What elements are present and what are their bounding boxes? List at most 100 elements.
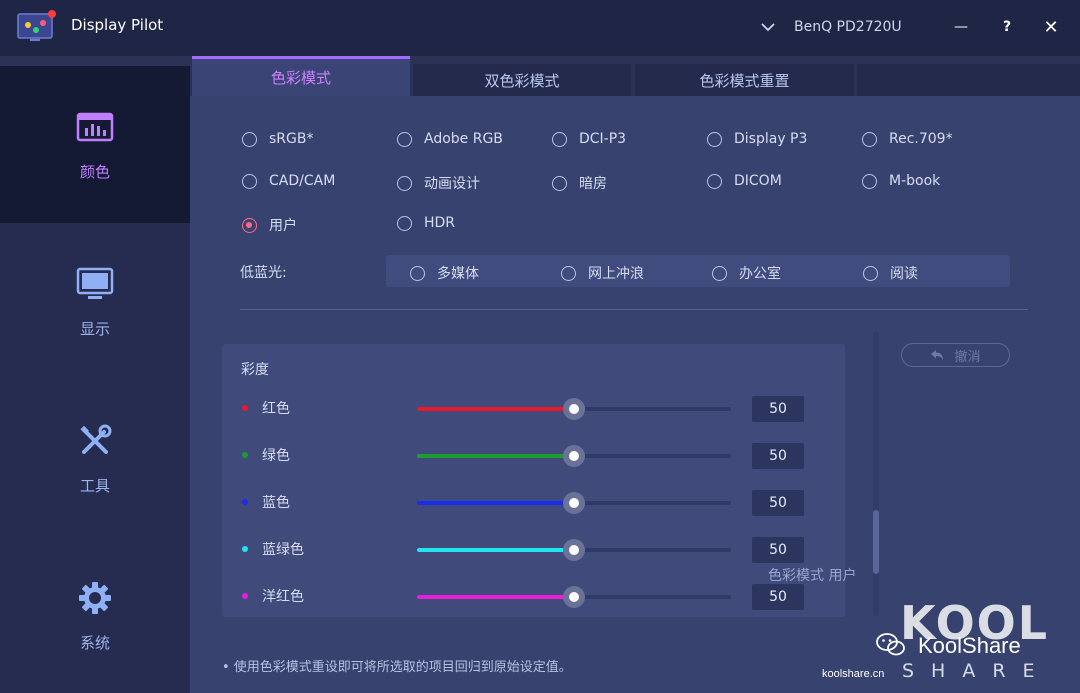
radio-circle xyxy=(397,175,412,191)
magenta-slider[interactable] xyxy=(417,586,731,608)
radio-circle xyxy=(552,131,567,147)
saturation-row-label: 红色 xyxy=(262,401,290,417)
mode-label: sRGB* xyxy=(269,131,314,147)
saturation-row-label: 蓝色 xyxy=(262,495,290,511)
tools-icon xyxy=(75,421,115,461)
mode-radio-m-book[interactable]: M-book xyxy=(862,173,940,189)
red-value-field[interactable]: 50 xyxy=(752,396,804,422)
mode-radio-cad-cam[interactable]: CAD/CAM xyxy=(242,173,335,189)
tab-bar: 色彩模式 双色彩模式 色彩模式重置 xyxy=(190,56,1080,96)
slider-fill xyxy=(417,454,574,458)
sidebar-item-tools[interactable]: 工具 xyxy=(0,380,190,537)
tab-empty xyxy=(857,64,1080,96)
cyan-value-field[interactable]: 50 xyxy=(752,537,804,563)
mode-radio-display-p3[interactable]: Display P3 xyxy=(707,131,807,147)
undo-arrow-icon xyxy=(931,350,944,360)
undo-label: 撤消 xyxy=(954,349,981,365)
slider-handle[interactable] xyxy=(563,586,585,608)
radio-circle xyxy=(863,265,878,281)
mode-label: Rec.709* xyxy=(889,131,953,147)
tab-dual-color-mode[interactable]: 双色彩模式 xyxy=(413,64,631,96)
monitor-selector[interactable]: BenQ PD2720U xyxy=(760,16,902,38)
low-blue-radio-office[interactable]: 办公室 xyxy=(712,263,781,283)
chevron-down-icon xyxy=(761,23,775,32)
scrollbar[interactable] xyxy=(873,332,879,616)
sidebar-item-label: 工具 xyxy=(79,477,110,495)
mode-radio-animation[interactable]: 动画设计 xyxy=(397,173,480,193)
saturation-row-cyan: 蓝绿色 50 xyxy=(222,535,845,565)
mode-label: 暗房 xyxy=(579,176,607,192)
saturation-row-blue: 蓝色 50 xyxy=(222,488,845,518)
sidebar-item-label: 系统 xyxy=(79,634,110,652)
app-logo-icon xyxy=(16,10,58,44)
cyan-dot-icon xyxy=(242,546,248,552)
magenta-dot-icon xyxy=(242,593,248,599)
red-slider[interactable] xyxy=(417,398,731,420)
saturation-row-label: 蓝绿色 xyxy=(262,542,304,558)
radio-circle xyxy=(242,173,257,189)
slider-handle[interactable] xyxy=(563,445,585,467)
low-blue-label: 办公室 xyxy=(739,266,781,282)
mode-radio-srgb[interactable]: sRGB* xyxy=(242,131,313,147)
magenta-value-field[interactable]: 50 xyxy=(752,584,804,610)
green-dot-icon xyxy=(242,452,248,458)
app-title: Display Pilot xyxy=(71,16,164,34)
help-button[interactable]: ? xyxy=(994,14,1020,40)
mode-label: DCI-P3 xyxy=(579,131,627,147)
radio-circle xyxy=(552,175,567,191)
mode-radio-darkroom[interactable]: 暗房 xyxy=(552,173,607,193)
low-blue-light-label: 低蓝光: xyxy=(240,265,287,281)
saturation-row-magenta: 洋红色 50 xyxy=(222,582,845,612)
saturation-row-red: 红色 50 xyxy=(222,394,845,424)
saturation-row-green: 绿色 50 xyxy=(222,441,845,471)
slider-handle[interactable] xyxy=(563,398,585,420)
saturation-title: 彩度 xyxy=(241,362,269,378)
green-slider[interactable] xyxy=(417,445,731,467)
sidebar-item-system[interactable]: 系统 xyxy=(0,537,190,693)
radio-circle xyxy=(561,265,576,281)
blue-slider[interactable] xyxy=(417,492,731,514)
slider-fill xyxy=(417,548,574,552)
reset-footnote: • 使用色彩模式重设即可将所选取的项目回归到原始设定值。 xyxy=(222,660,572,675)
close-button[interactable]: ✕ xyxy=(1038,14,1064,40)
mode-label: Adobe RGB xyxy=(424,131,503,147)
blue-value-field[interactable]: 50 xyxy=(752,490,804,516)
green-value-field[interactable]: 50 xyxy=(752,443,804,469)
radio-circle xyxy=(707,173,722,189)
watermark-share: SHARE xyxy=(902,660,1052,682)
undo-button[interactable]: 撤消 xyxy=(901,343,1010,367)
low-blue-radio-reading[interactable]: 阅读 xyxy=(863,263,918,283)
mode-radio-adobe-rgb[interactable]: Adobe RGB xyxy=(397,131,503,147)
slider-fill xyxy=(417,407,574,411)
saturation-panel: 彩度 红色 50 绿色 50 蓝色 50 蓝绿色 50 洋红色 50 xyxy=(222,344,845,617)
slider-handle[interactable] xyxy=(563,492,585,514)
mode-radio-hdr[interactable]: HDR xyxy=(397,215,455,231)
radio-circle xyxy=(712,265,727,281)
mode-radio-dci-p3[interactable]: DCI-P3 xyxy=(552,131,626,147)
gear-icon xyxy=(75,578,115,618)
slider-fill xyxy=(417,595,574,599)
cyan-slider[interactable] xyxy=(417,539,731,561)
slider-handle[interactable] xyxy=(563,539,585,561)
sidebar: 颜色 显示 工具 系统 xyxy=(0,66,190,693)
low-blue-label: 网上冲浪 xyxy=(588,266,644,282)
sidebar-item-display[interactable]: 显示 xyxy=(0,223,190,380)
mode-radio-dicom[interactable]: DICOM xyxy=(707,173,782,189)
blue-dot-icon xyxy=(242,499,248,505)
minimize-button[interactable]: — xyxy=(948,14,974,40)
red-dot-icon xyxy=(242,405,248,411)
mode-label: 动画设计 xyxy=(424,176,480,192)
low-blue-radio-web-surfing[interactable]: 网上冲浪 xyxy=(561,263,644,283)
mode-radio-rec709[interactable]: Rec.709* xyxy=(862,131,953,147)
tab-color-mode[interactable]: 色彩模式 xyxy=(192,56,410,96)
radio-circle xyxy=(707,131,722,147)
sidebar-item-color[interactable]: 颜色 xyxy=(0,66,190,223)
radio-circle xyxy=(862,173,877,189)
low-blue-radio-multimedia[interactable]: 多媒体 xyxy=(410,263,479,283)
scrollbar-thumb[interactable] xyxy=(873,510,879,574)
mode-radio-user[interactable]: 用户 xyxy=(242,215,297,235)
color-chart-icon xyxy=(75,107,115,147)
low-blue-label: 多媒体 xyxy=(437,266,479,282)
mode-label: DICOM xyxy=(734,173,782,189)
tab-color-mode-reset[interactable]: 色彩模式重置 xyxy=(635,64,854,96)
